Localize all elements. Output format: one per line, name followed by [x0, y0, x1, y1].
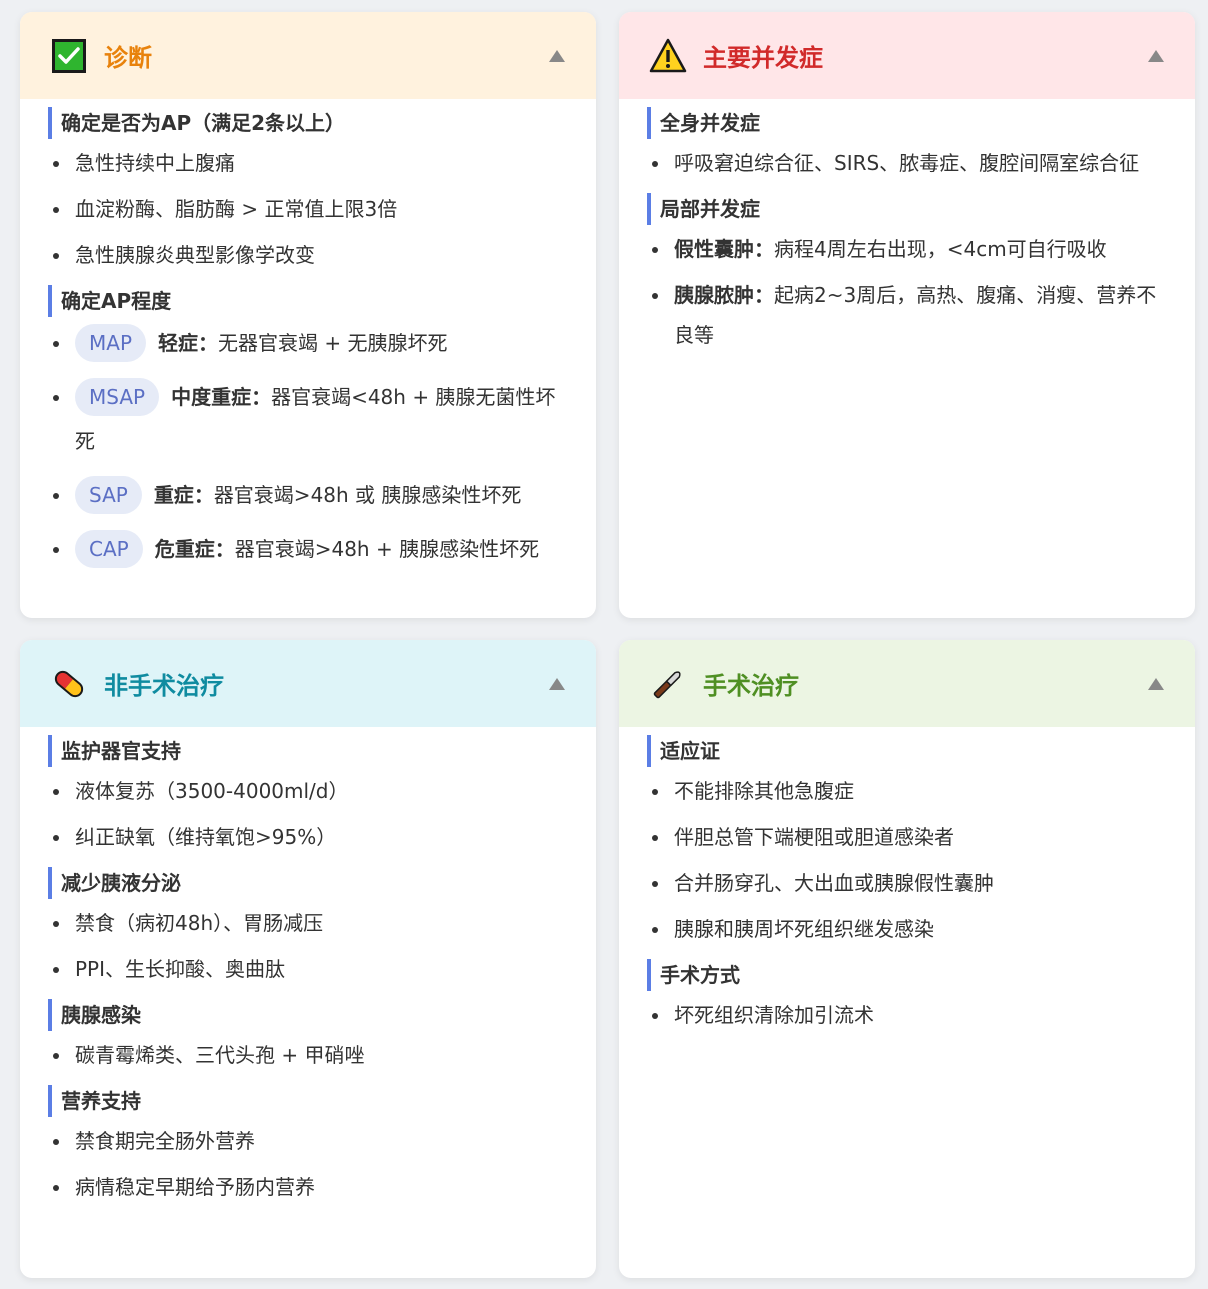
card-body: 适应证 不能排除其他急腹症 伴胆总管下端梗阻或胆道感染者 合并肠穿孔、大出血或胰… — [619, 727, 1195, 1061]
section-title: 适应证 — [647, 735, 1167, 767]
list-item: SAP 重症：器官衰竭>48h 或 胰腺感染性坏死 — [48, 473, 568, 517]
item-list: 呼吸窘迫综合征、SIRS、脓毒症、腹腔间隔室综合征 — [647, 143, 1167, 183]
card-title: 诊断 — [104, 44, 152, 72]
section-title: 胰腺感染 — [48, 999, 568, 1031]
scalpel-icon — [649, 665, 687, 703]
item-list: 液体复苏（3500-4000ml/d） 纠正缺氧（维持氧饱>95%） — [48, 771, 568, 857]
item-text: 器官衰竭>48h + 胰腺感染性坏死 — [234, 537, 540, 561]
card-surgical: 手术治疗 适应证 不能排除其他急腹症 伴胆总管下端梗阻或胆道感染者 合并肠穿孔、… — [619, 640, 1195, 1278]
list-item: 碳青霉烯类、三代头孢 + 甲硝唑 — [48, 1035, 568, 1075]
list-item: 纠正缺氧（维持氧饱>95%） — [48, 817, 568, 857]
collapse-triangle-icon[interactable] — [1145, 45, 1167, 67]
list-item: 液体复苏（3500-4000ml/d） — [48, 771, 568, 811]
section-title: 全身并发症 — [647, 107, 1167, 139]
card-header-diagnosis[interactable]: 诊断 — [20, 12, 596, 99]
list-item: 急性胰腺炎典型影像学改变 — [48, 235, 568, 275]
collapse-triangle-icon[interactable] — [546, 673, 568, 695]
item-label: 危重症 — [154, 537, 215, 561]
item-label: 轻症 — [158, 331, 198, 355]
section-title: 确定AP程度 — [48, 285, 568, 317]
collapse-triangle-icon[interactable] — [546, 45, 568, 67]
item-label: 重症 — [153, 483, 194, 507]
section-title: 确定是否为AP（满足2条以上） — [48, 107, 568, 139]
card-title: 手术治疗 — [703, 672, 799, 700]
section-title: 手术方式 — [647, 959, 1167, 991]
card-header-complications[interactable]: 主要并发症 — [619, 12, 1195, 99]
list-item: PPI、生长抑酸、奥曲肽 — [48, 949, 568, 989]
list-item: 合并肠穿孔、大出血或胰腺假性囊肿 — [647, 863, 1167, 903]
item-text: 病程4周左右出现，<4cm可自行吸收 — [774, 237, 1107, 261]
section-title: 监护器官支持 — [48, 735, 568, 767]
card-body: 全身并发症 呼吸窘迫综合征、SIRS、脓毒症、腹腔间隔室综合征 局部并发症 假性… — [619, 99, 1195, 381]
list-item: 血淀粉酶、脂肪酶 > 正常值上限3倍 — [48, 189, 568, 229]
item-label: 假性囊肿 — [674, 237, 754, 261]
card-diagnosis: 诊断 确定是否为AP（满足2条以上） 急性持续中上腹痛 血淀粉酶、脂肪酶 > 正… — [20, 12, 596, 618]
check-box-icon — [50, 37, 88, 75]
list-item: 不能排除其他急腹症 — [647, 771, 1167, 811]
item-label: 中度重症 — [171, 385, 252, 409]
list-item: 禁食期完全肠外营养 — [48, 1121, 568, 1161]
item-list: 不能排除其他急腹症 伴胆总管下端梗阻或胆道感染者 合并肠穿孔、大出血或胰腺假性囊… — [647, 771, 1167, 949]
severity-tag: CAP — [75, 530, 143, 568]
item-text: 器官衰竭>48h 或 胰腺感染性坏死 — [213, 483, 522, 507]
pill-icon — [50, 665, 88, 703]
list-item: 坏死组织清除加引流术 — [647, 995, 1167, 1035]
list-item: 胰腺脓肿：起病2~3周后，高热、腹痛、消瘦、营养不良等 — [647, 275, 1167, 355]
item-list: 禁食期完全肠外营养 病情稳定早期给予肠内营养 — [48, 1121, 568, 1207]
section-title: 营养支持 — [48, 1085, 568, 1117]
list-item: 急性持续中上腹痛 — [48, 143, 568, 183]
card-title: 非手术治疗 — [104, 672, 224, 700]
list-item: CAP 危重症：器官衰竭>48h + 胰腺感染性坏死 — [48, 527, 568, 571]
severity-tag: MAP — [75, 324, 146, 362]
collapse-triangle-icon[interactable] — [1145, 673, 1167, 695]
card-header-nonsurgical[interactable]: 非手术治疗 — [20, 640, 596, 727]
card-header-surgical[interactable]: 手术治疗 — [619, 640, 1195, 727]
list-item: MAP 轻症：无器官衰竭 + 无胰腺坏死 — [48, 321, 568, 365]
item-list: 急性持续中上腹痛 血淀粉酶、脂肪酶 > 正常值上限3倍 急性胰腺炎典型影像学改变 — [48, 143, 568, 275]
severity-tag: SAP — [75, 476, 142, 514]
item-label: 胰腺脓肿 — [674, 283, 754, 307]
card-title: 主要并发症 — [703, 44, 823, 72]
list-item: 病情稳定早期给予肠内营养 — [48, 1167, 568, 1207]
list-item: 伴胆总管下端梗阻或胆道感染者 — [647, 817, 1167, 857]
warning-icon — [649, 37, 687, 75]
card-complications: 主要并发症 全身并发症 呼吸窘迫综合征、SIRS、脓毒症、腹腔间隔室综合征 局部… — [619, 12, 1195, 618]
item-list: 碳青霉烯类、三代头孢 + 甲硝唑 — [48, 1035, 568, 1075]
section-title: 减少胰液分泌 — [48, 867, 568, 899]
item-text: 无器官衰竭 + 无胰腺坏死 — [218, 331, 448, 355]
card-body: 监护器官支持 液体复苏（3500-4000ml/d） 纠正缺氧（维持氧饱>95%… — [20, 727, 596, 1233]
severity-tag: MSAP — [75, 378, 160, 416]
item-list: 禁食（病初48h）、胃肠减压 PPI、生长抑酸、奥曲肽 — [48, 903, 568, 989]
section-title: 局部并发症 — [647, 193, 1167, 225]
list-item: 呼吸窘迫综合征、SIRS、脓毒症、腹腔间隔室综合征 — [647, 143, 1167, 183]
item-list: 坏死组织清除加引流术 — [647, 995, 1167, 1035]
card-nonsurgical: 非手术治疗 监护器官支持 液体复苏（3500-4000ml/d） 纠正缺氧（维持… — [20, 640, 596, 1278]
list-item: 胰腺和胰周坏死组织继发感染 — [647, 909, 1167, 949]
item-list: 假性囊肿：病程4周左右出现，<4cm可自行吸收 胰腺脓肿：起病2~3周后，高热、… — [647, 229, 1167, 355]
list-item: 假性囊肿：病程4周左右出现，<4cm可自行吸收 — [647, 229, 1167, 269]
card-body: 确定是否为AP（满足2条以上） 急性持续中上腹痛 血淀粉酶、脂肪酶 > 正常值上… — [20, 99, 596, 601]
item-list: MAP 轻症：无器官衰竭 + 无胰腺坏死 MSAP 中度重症：器官衰竭<48h + … — [48, 321, 568, 571]
list-item: 禁食（病初48h）、胃肠减压 — [48, 903, 568, 943]
list-item: MSAP 中度重症：器官衰竭<48h + 胰腺无菌性坏死 — [48, 375, 568, 463]
